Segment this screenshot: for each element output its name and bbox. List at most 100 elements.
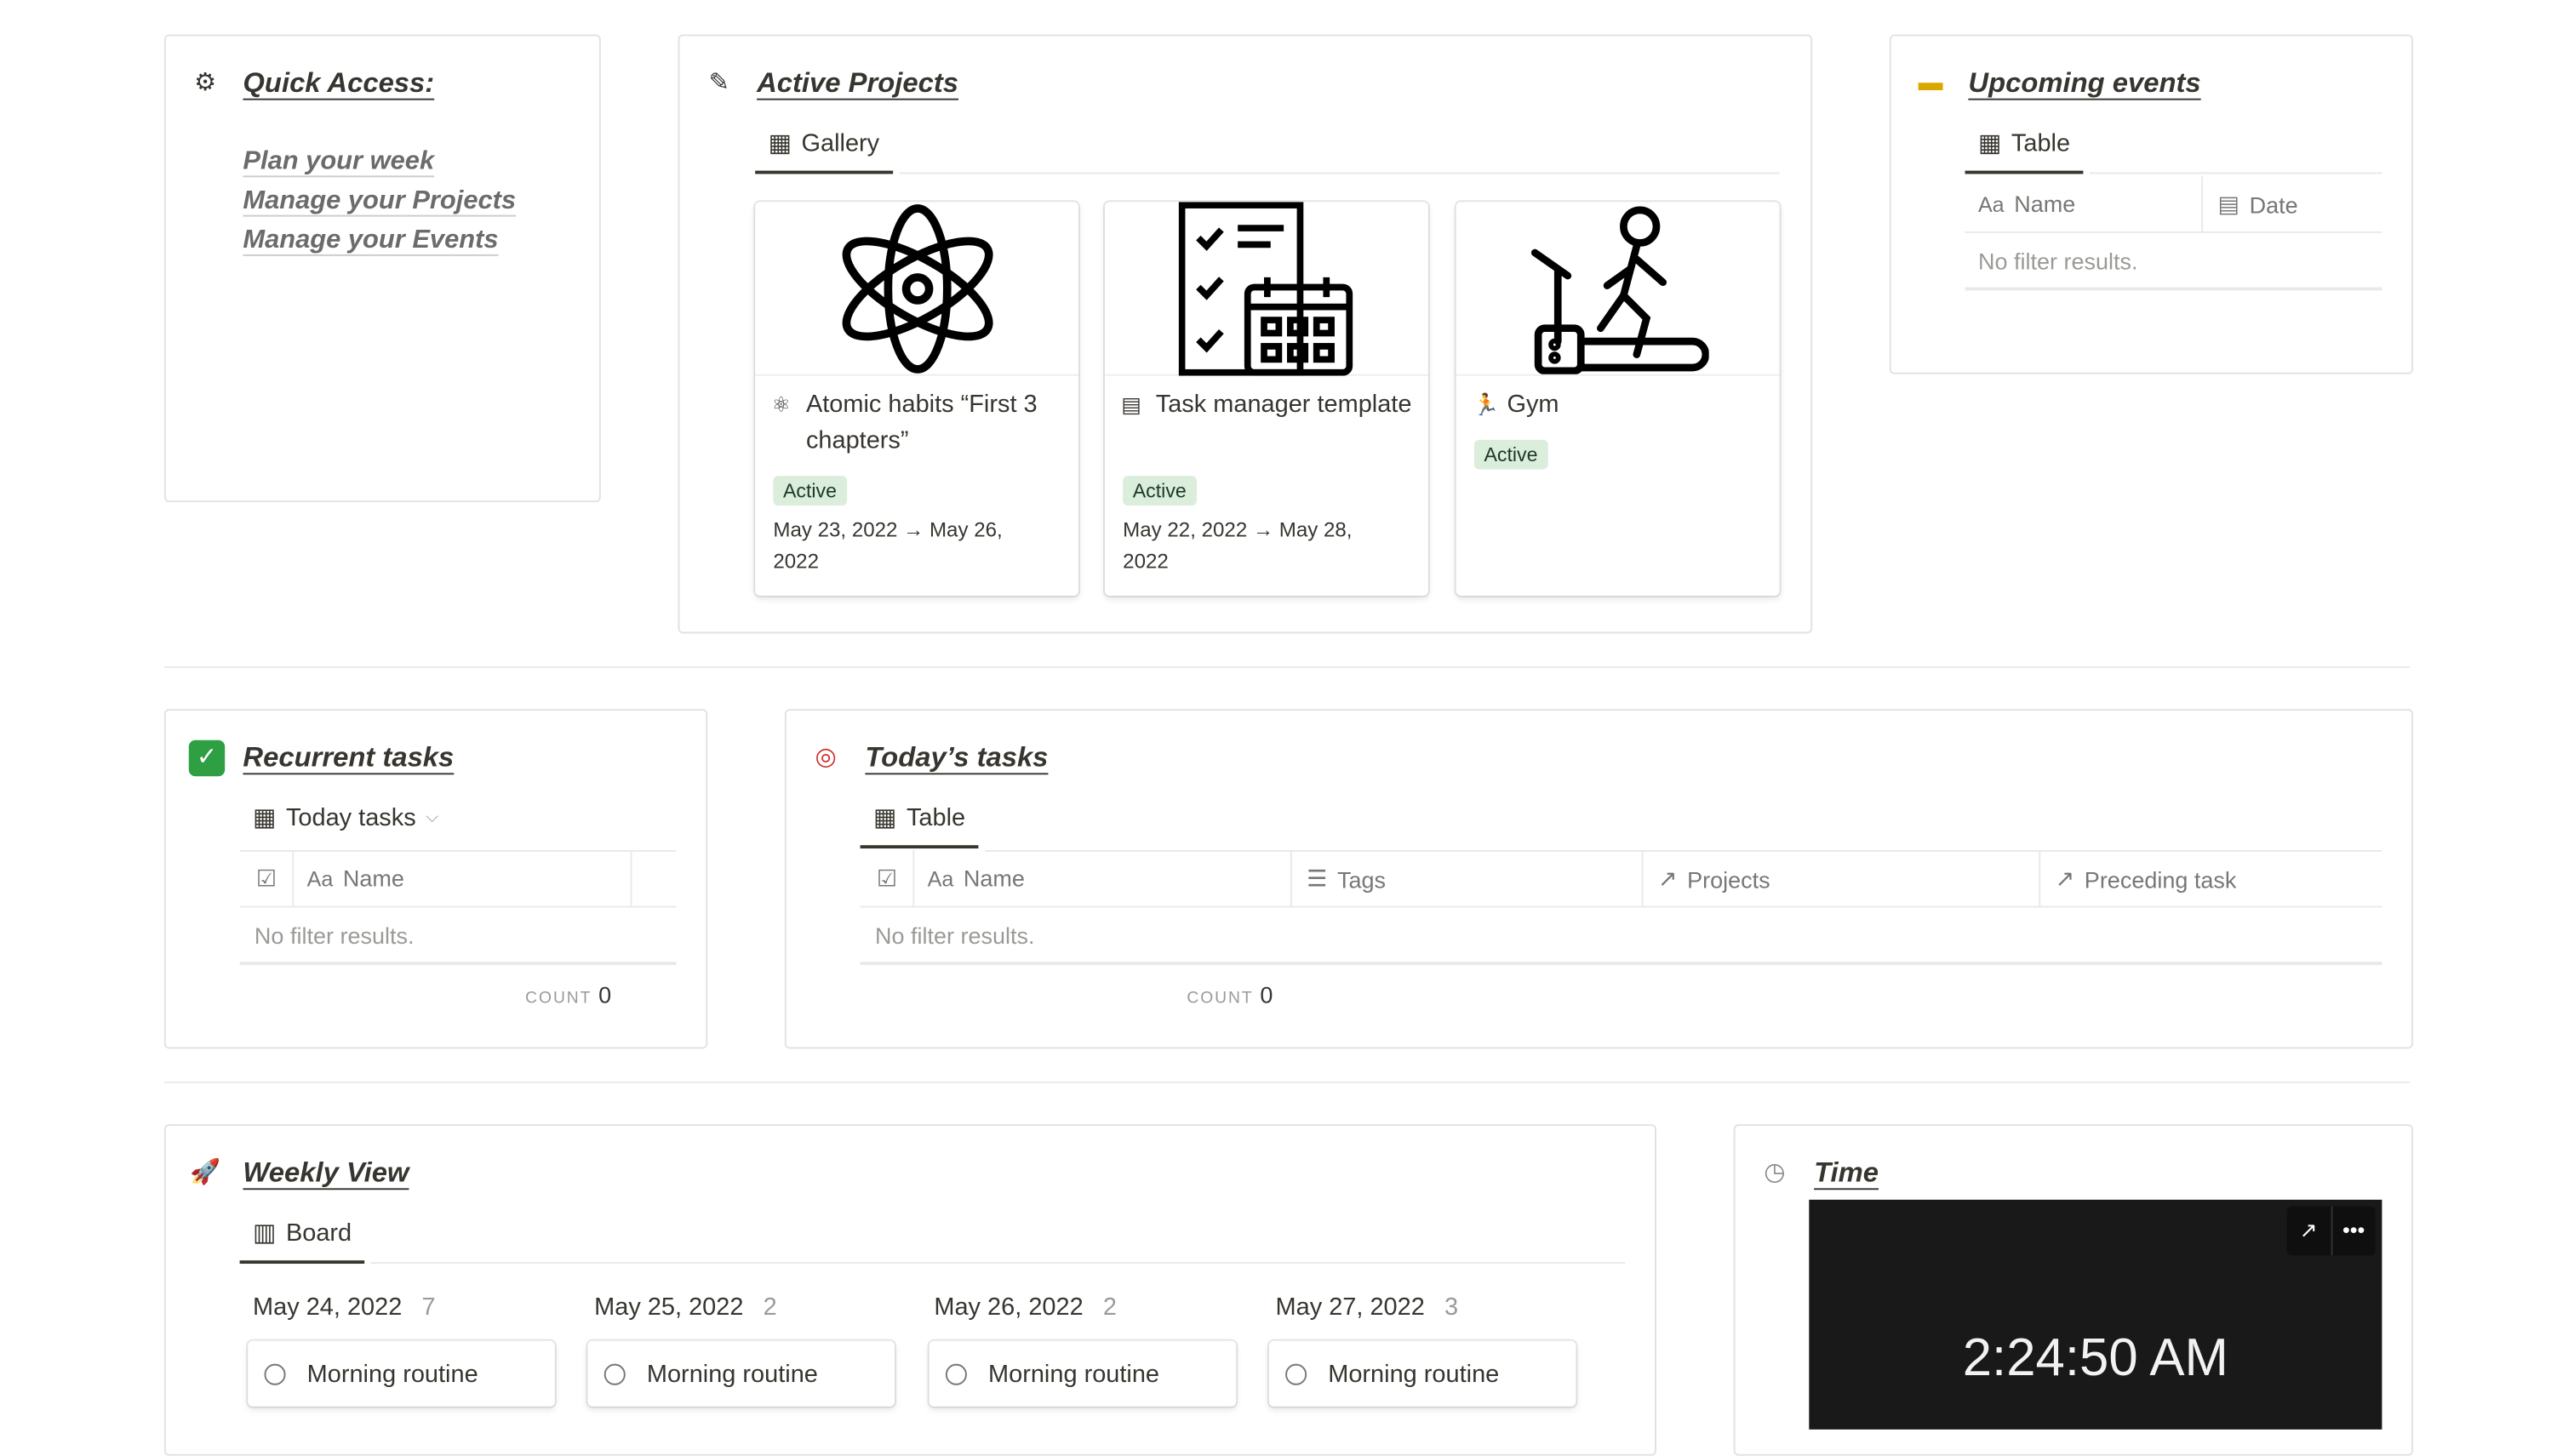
column-header-name[interactable]: Aa Name bbox=[928, 865, 1025, 891]
column-divider bbox=[2039, 850, 2041, 906]
board-column-header[interactable]: May 24, 2022 7 bbox=[253, 1293, 436, 1322]
column-header-tags[interactable]: ☰ Tags bbox=[1307, 865, 1386, 893]
empty-state: No filter results. bbox=[874, 922, 1035, 949]
card-title: Gym bbox=[1507, 391, 1559, 419]
text-icon: Aa bbox=[1977, 191, 2005, 216]
project-card[interactable]: 🏃 Gym Active bbox=[1456, 202, 1780, 597]
table-icon: ▦ bbox=[1977, 129, 2002, 158]
routine-icon bbox=[603, 1363, 626, 1385]
header-divider bbox=[239, 905, 677, 908]
checklist-calendar-icon: ▤ bbox=[1121, 391, 1141, 417]
column-divider bbox=[912, 850, 915, 906]
rocket-icon: 🚀 bbox=[190, 1158, 221, 1187]
column-header-name[interactable]: Aa Name bbox=[307, 865, 404, 891]
board-card[interactable]: Morning routine bbox=[930, 1341, 1237, 1407]
tab-divider bbox=[899, 172, 1780, 174]
date-range: May 22, 2022 → May 28, 2022 bbox=[1123, 518, 1353, 574]
section-divider bbox=[163, 1081, 2411, 1083]
checklist-calendar-image bbox=[1104, 202, 1428, 376]
board-column-header[interactable]: May 25, 2022 2 bbox=[594, 1293, 777, 1322]
quick-access-panel bbox=[163, 34, 601, 503]
board-card[interactable]: Morning routine bbox=[1269, 1341, 1576, 1407]
column-divider bbox=[292, 850, 295, 906]
column-divider bbox=[1290, 850, 1292, 906]
clock-icon: ◷ bbox=[1764, 1158, 1786, 1187]
embed-toolbar: ↗ ••• bbox=[2286, 1206, 2376, 1256]
card-title: Task manager template bbox=[1155, 391, 1412, 419]
treadmill-image bbox=[1456, 202, 1780, 376]
column-divider bbox=[630, 850, 632, 906]
column-header-projects[interactable]: ↗ Projects bbox=[1658, 865, 1770, 893]
relation-arrow-icon: ↗ bbox=[1657, 865, 1678, 892]
empty-state: No filter results. bbox=[254, 922, 415, 949]
routine-icon bbox=[264, 1363, 286, 1385]
project-card[interactable]: ⚛ Atomic habits “First 3 chapters” Activ… bbox=[755, 202, 1079, 597]
routine-icon bbox=[1285, 1363, 1307, 1385]
table-icon: ▦ bbox=[873, 804, 897, 832]
ticket-icon: ▬ bbox=[1918, 69, 1943, 97]
upcoming-events-title[interactable]: Upcoming events bbox=[1968, 67, 2200, 100]
status-badge: Active bbox=[1123, 476, 1197, 506]
gallery-icon: ▦ bbox=[768, 129, 792, 158]
column-header-name[interactable]: Aa Name bbox=[1978, 191, 2075, 217]
link-plan-week[interactable]: Plan your week bbox=[243, 148, 516, 178]
recurrent-tasks-title[interactable]: Recurrent tasks bbox=[243, 742, 454, 775]
text-icon: Aa bbox=[927, 865, 954, 891]
count-summary[interactable]: COUNT 0 bbox=[1187, 981, 1273, 1008]
target-icon: ◎ bbox=[815, 743, 837, 772]
list-icon: ☰ bbox=[1307, 865, 1328, 892]
board-card[interactable]: Morning routine bbox=[248, 1341, 555, 1407]
board-card[interactable]: Morning routine bbox=[587, 1341, 895, 1407]
count-summary[interactable]: COUNT 0 bbox=[525, 981, 611, 1008]
column-header-preceding-task[interactable]: ↗ Preceding task bbox=[2056, 865, 2237, 893]
link-manage-events[interactable]: Manage your Events bbox=[243, 226, 516, 256]
tab-table[interactable]: ▦ Table bbox=[860, 802, 979, 849]
tab-table[interactable]: ▦ Table bbox=[1965, 128, 2084, 174]
tab-divider bbox=[985, 850, 2382, 852]
tab-divider bbox=[370, 1262, 1626, 1265]
more-options-icon[interactable]: ••• bbox=[2332, 1207, 2376, 1256]
quick-access-title[interactable]: Quick Access: bbox=[243, 67, 434, 100]
relation-arrow-icon: ↗ bbox=[2055, 865, 2075, 892]
project-card[interactable]: ▤ Task manager template Active May 22, 2… bbox=[1104, 202, 1428, 597]
column-header-date[interactable]: ▤ Date bbox=[2218, 191, 2298, 219]
header-divider bbox=[860, 905, 2382, 908]
tab-gallery[interactable]: ▦ Gallery bbox=[755, 128, 893, 174]
treadmill-icon: 🏃 bbox=[1472, 391, 1500, 417]
card-title: Atomic habits “First 3 chapters” bbox=[805, 391, 1038, 455]
column-divider bbox=[2201, 175, 2204, 231]
time-title[interactable]: Time bbox=[1814, 1157, 1879, 1190]
calendar-icon: ▤ bbox=[2217, 190, 2240, 217]
table-bottom bbox=[1965, 287, 2382, 291]
weekly-view-title[interactable]: Weekly View bbox=[243, 1157, 409, 1190]
table-bottom bbox=[239, 962, 677, 966]
header-divider bbox=[1965, 231, 2382, 233]
routine-icon bbox=[945, 1363, 967, 1385]
empty-state: No filter results. bbox=[1977, 248, 2138, 275]
quick-links: Plan your week Manage your Projects Mana… bbox=[243, 148, 516, 266]
todays-tasks-title[interactable]: Today’s tasks bbox=[865, 742, 1048, 775]
status-badge: Active bbox=[773, 476, 847, 506]
tab-divider bbox=[2090, 172, 2382, 174]
checkbox-column-icon: ☑ bbox=[255, 865, 277, 892]
section-divider bbox=[163, 666, 2411, 668]
board-icon: ▥ bbox=[253, 1219, 277, 1248]
gear-icon: ⚙ bbox=[194, 69, 217, 97]
link-manage-projects[interactable]: Manage your Projects bbox=[243, 187, 516, 217]
date-range: May 23, 2022 → May 26, 2022 bbox=[773, 518, 1003, 574]
board-column-header[interactable]: May 26, 2022 2 bbox=[934, 1293, 1117, 1322]
chevron-down-icon: ⌵ bbox=[426, 808, 438, 827]
open-external-icon[interactable]: ↗ bbox=[2287, 1206, 2332, 1256]
tab-board[interactable]: ▥ Board bbox=[239, 1218, 365, 1265]
active-projects-title[interactable]: Active Projects bbox=[757, 67, 958, 100]
view-today-tasks[interactable]: ▦ Today tasks ⌵ bbox=[253, 802, 438, 832]
clock-embed[interactable]: ↗ ••• 2:24:50 AM bbox=[1809, 1199, 2382, 1430]
board-column-header[interactable]: May 27, 2022 3 bbox=[1276, 1293, 1459, 1322]
table-bottom bbox=[860, 962, 2382, 966]
checkbox-column-icon: ☑ bbox=[876, 865, 898, 892]
header-top bbox=[239, 850, 677, 852]
text-icon: Aa bbox=[306, 865, 334, 891]
check-mark-icon: ✓ bbox=[188, 739, 226, 777]
atom-image bbox=[755, 202, 1079, 376]
status-badge: Active bbox=[1473, 439, 1548, 470]
